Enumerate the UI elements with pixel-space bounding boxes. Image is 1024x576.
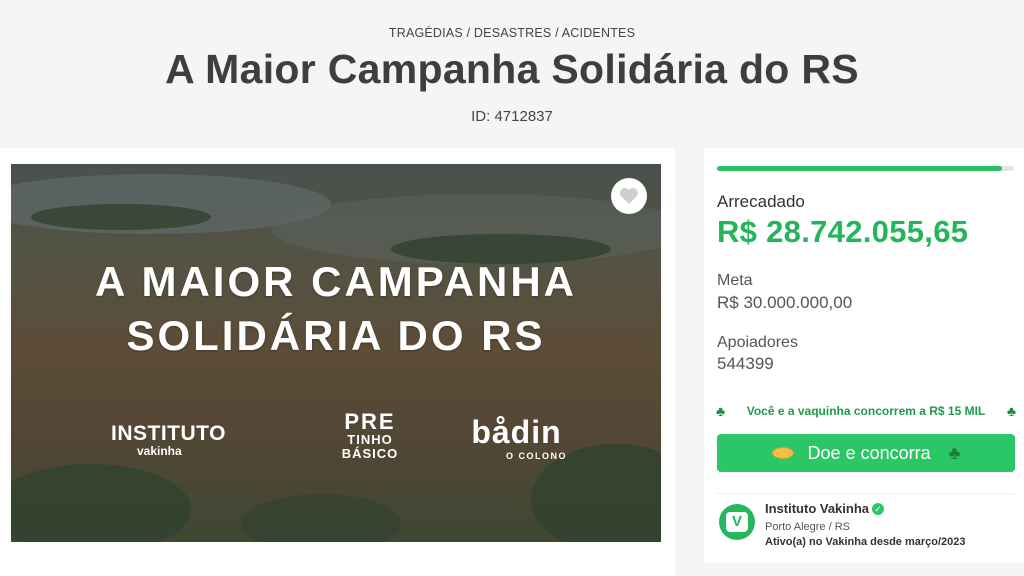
supporters-count: 544399 [717,354,774,373]
donation-card: Arrecadado R$ 28.742.055,65 Meta R$ 30.0… [704,148,1024,563]
progress-bar-fill [717,166,1002,171]
supporters-label: Apoiadores [717,334,798,351]
progress-bar [717,166,1014,171]
organizer-info[interactable]: V Instituto Vakinha ✓ Porto Alegre / RS A… [717,493,1015,553]
donation-sidebar: Arrecadado R$ 28.742.055,65 Meta R$ 30.0… [704,148,1024,576]
vakinha-logo-icon: V [726,512,748,532]
pretinho-basico-logo: PRE TINHO BÁSICO [325,410,415,460]
vakinha-logo-text: vakinha [137,444,182,458]
page-header: TRAGÉDIAS / DESASTRES / ACIDENTES A Maio… [0,0,1024,148]
pretinho-logo-mid: TINHO [347,432,393,448]
badin-logo-subtitle: O COLONO [506,451,567,461]
main-content: A MAIOR CAMPANHA SOLIDÁRIA DO RS INSTITU… [0,148,675,576]
badin-logo-text: bådin [471,414,562,450]
goal-amount: R$ 30.000.000,00 [717,293,853,312]
organizer-location: Porto Alegre / RS [765,521,850,533]
category-breadcrumb[interactable]: TRAGÉDIAS / DESASTRES / ACIDENTES [0,26,1024,40]
instituto-vakinha-logo: INSTITUTO vakinha [111,422,256,458]
pretinho-logo-bottom: BÁSICO [341,445,399,461]
favorite-button[interactable] [611,178,647,214]
donate-button-label: Doe e concorra [807,442,931,463]
organizer-name[interactable]: Instituto Vakinha ✓ [765,501,885,516]
goal-label: Meta [717,272,753,289]
hero-headline-line1: A MAIOR CAMPANHA [95,258,577,305]
campaign-hero-image: A MAIOR CAMPANHA SOLIDÁRIA DO RS INSTITU… [11,164,661,542]
page-title: A Maior Campanha Solidária do RS [165,46,859,92]
hero-headline-line2: SOLIDÁRIA DO RS [126,312,546,359]
promo-banner: ♣ Você e a vaquinha concorrem a R$ 15 MI… [716,400,1016,422]
donate-button[interactable]: Doe e concorra ♣ [717,434,1015,472]
organizer-name-text: Instituto Vakinha [765,501,870,516]
badin-logo: bådin O COLONO [449,414,584,461]
campaign-id: ID: 4712837 [471,108,553,125]
pretinho-logo-top: PRE [344,409,396,434]
clover-icon: ♣ [948,442,961,463]
organizer-since: Ativo(a) no Vakinha desde março/2023 [765,536,966,548]
coin-icon [771,447,794,459]
organizer-avatar[interactable]: V [719,504,755,540]
clover-icon: ♣ [716,403,726,419]
heart-icon [620,188,638,204]
promo-text: Você e a vaquinha concorrem a R$ 15 MIL [746,404,986,418]
raised-amount: R$ 28.742.055,65 [717,214,969,249]
raised-label: Arrecadado [717,192,805,211]
verified-icon: ✓ [872,503,885,515]
instituto-logo-text: INSTITUTO [111,422,226,445]
clover-icon: ♣ [1006,403,1016,419]
